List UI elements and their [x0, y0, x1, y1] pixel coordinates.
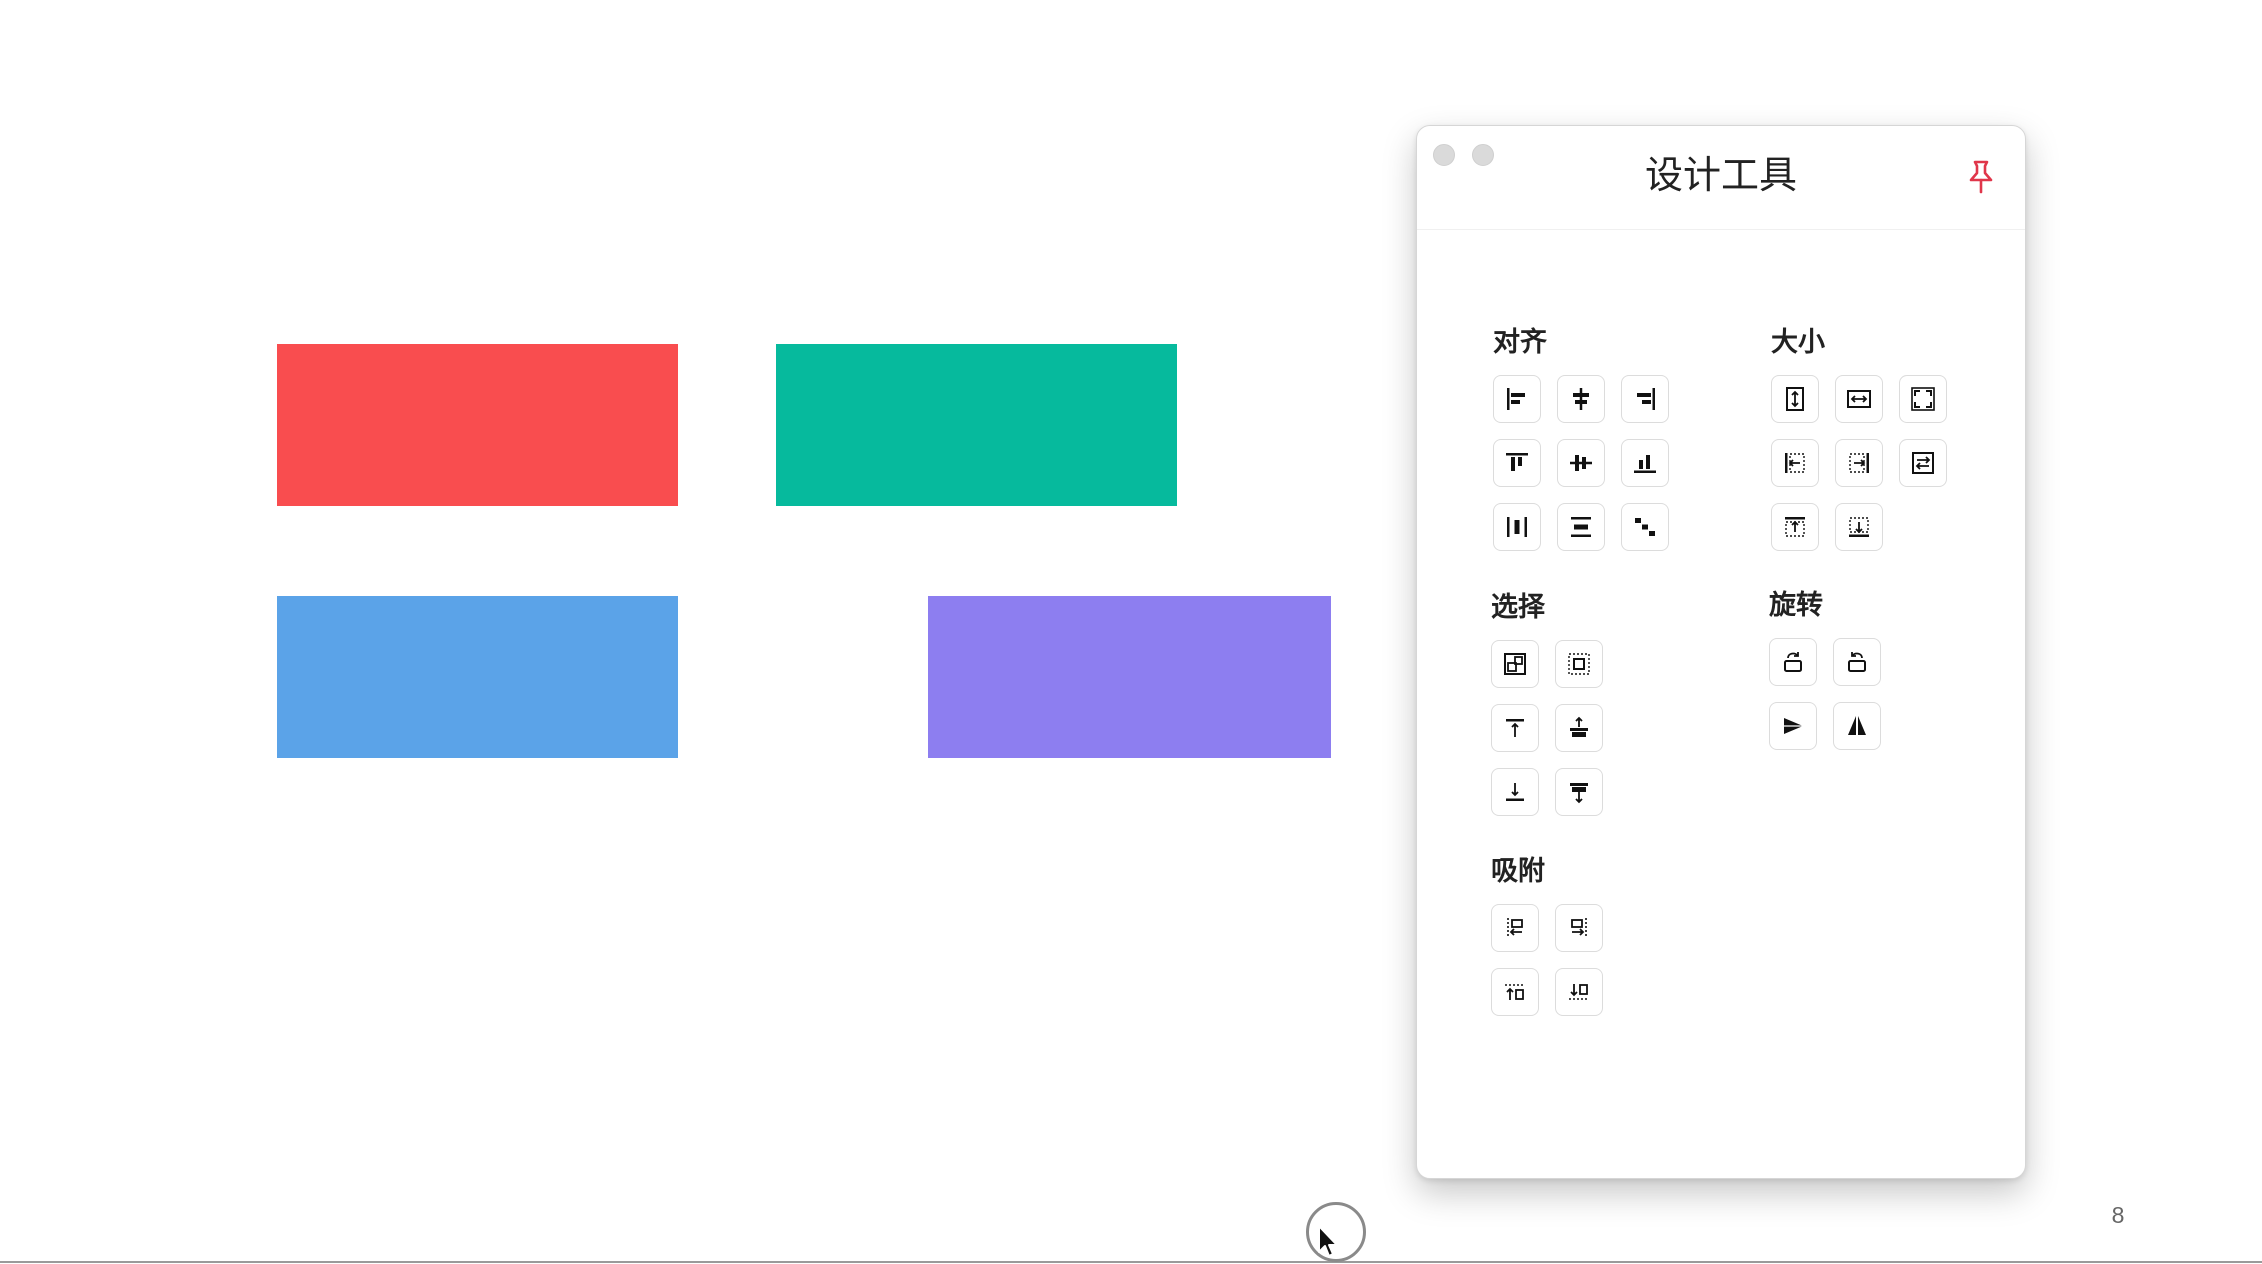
align-bottom-button[interactable] [1621, 439, 1669, 487]
flip-horizontal-button[interactable] [1769, 702, 1817, 750]
snap-right-icon [1571, 918, 1587, 938]
snap-left-icon [1507, 918, 1523, 938]
select-overlap-button[interactable] [1555, 768, 1603, 816]
panel-header: 设计工具 [1417, 126, 2025, 230]
match-height-icon [1786, 387, 1804, 411]
snap-right-button[interactable] [1555, 904, 1603, 952]
select-same-level-button[interactable] [1555, 704, 1603, 752]
select-above-icon [1506, 719, 1524, 737]
align-bottom-icon [1634, 455, 1656, 473]
match-size-button[interactable] [1899, 375, 1947, 423]
section-title-snap: 吸附 [1491, 856, 1545, 887]
align-vertical-center-icon [1570, 455, 1592, 471]
stagger-button[interactable] [1621, 503, 1669, 551]
align-right-icon [1637, 388, 1655, 410]
flip-vertical-icon [1848, 716, 1866, 735]
stretch-left-button[interactable] [1771, 439, 1819, 487]
align-right-button[interactable] [1621, 375, 1669, 423]
rotate-left-icon [1784, 652, 1802, 672]
rotate-right-button[interactable] [1833, 638, 1881, 686]
align-left-icon [1507, 388, 1525, 410]
section-title-rotate: 旋转 [1769, 590, 1823, 621]
distribute-horizontal-button[interactable] [1493, 503, 1541, 551]
teal-rectangle[interactable] [776, 344, 1177, 506]
stretch-bottom-icon [1849, 517, 1869, 537]
purple-rectangle[interactable] [928, 596, 1331, 758]
align-top-icon [1506, 453, 1528, 471]
section-title-align: 对齐 [1493, 327, 1547, 358]
select-within-button[interactable] [1555, 640, 1603, 688]
align-left-button[interactable] [1493, 375, 1541, 423]
pin-icon[interactable] [1965, 158, 1997, 196]
mouse-cursor-icon [1318, 1225, 1338, 1257]
swap-size-icon [1912, 452, 1934, 474]
section-title-select: 选择 [1491, 592, 1545, 623]
match-width-button[interactable] [1835, 375, 1883, 423]
flip-horizontal-icon [1784, 718, 1803, 734]
match-height-button[interactable] [1771, 375, 1819, 423]
distribute-horizontal-icon [1507, 517, 1527, 537]
rotate-left-button[interactable] [1769, 638, 1817, 686]
select-same-type-button[interactable] [1491, 640, 1539, 688]
flip-vertical-button[interactable] [1833, 702, 1881, 750]
section-title-size: 大小 [1771, 327, 1825, 358]
select-same-type-icon [1504, 653, 1526, 675]
rotate-right-icon [1848, 652, 1866, 672]
distribute-vertical-button[interactable] [1557, 503, 1605, 551]
swap-size-button[interactable] [1899, 439, 1947, 487]
snap-top-button[interactable] [1491, 968, 1539, 1016]
select-below-button[interactable] [1491, 768, 1539, 816]
snap-bottom-button[interactable] [1555, 968, 1603, 1016]
panel-title: 设计工具 [1644, 153, 1797, 197]
page-number: 8 [2111, 1202, 2125, 1228]
select-below-icon [1506, 783, 1524, 801]
align-horizontal-center-button[interactable] [1557, 375, 1605, 423]
stretch-top-icon [1785, 517, 1805, 537]
snap-top-icon [1505, 984, 1525, 1000]
snap-left-button[interactable] [1491, 904, 1539, 952]
slide-canvas: 8 设计工具 对齐 大小 选择 旋转 吸附 [0, 0, 2262, 1264]
snap-bottom-icon [1569, 984, 1589, 1000]
select-same-level-icon [1570, 716, 1588, 737]
design-tools-panel: 设计工具 对齐 大小 选择 旋转 吸附 [1416, 125, 2026, 1179]
align-horizontal-center-icon [1573, 388, 1589, 410]
align-vertical-center-button[interactable] [1557, 439, 1605, 487]
stretch-bottom-button[interactable] [1835, 503, 1883, 551]
red-rectangle[interactable] [277, 344, 678, 506]
blue-rectangle[interactable] [277, 596, 678, 758]
slide-bottom-border [0, 1261, 2262, 1263]
distribute-vertical-icon [1571, 517, 1591, 537]
stagger-icon [1635, 518, 1655, 536]
select-within-icon [1568, 653, 1590, 675]
stretch-top-button[interactable] [1771, 503, 1819, 551]
match-width-icon [1847, 390, 1871, 408]
stretch-right-button[interactable] [1835, 439, 1883, 487]
stretch-right-icon [1849, 453, 1869, 473]
match-size-icon [1911, 387, 1935, 411]
stretch-left-icon [1785, 453, 1805, 473]
align-top-button[interactable] [1493, 439, 1541, 487]
select-above-button[interactable] [1491, 704, 1539, 752]
select-overlap-icon [1570, 783, 1588, 804]
